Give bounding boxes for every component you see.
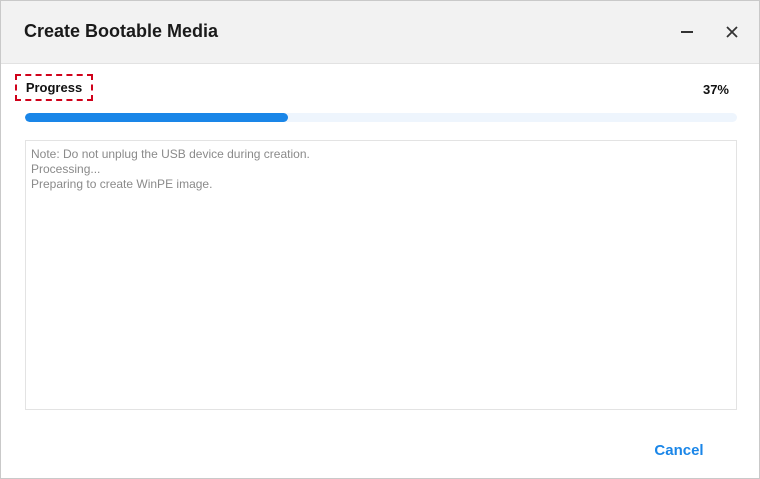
progress-bar-fill (25, 113, 289, 122)
cancel-button-label: Cancel (654, 441, 704, 459)
minimize-button[interactable] (673, 18, 701, 46)
close-button[interactable] (718, 18, 746, 46)
cancel-button[interactable]: Cancel (641, 437, 717, 463)
log-line: Preparing to create WinPE image. (31, 177, 213, 191)
log-line: Processing... (31, 162, 101, 176)
create-bootable-media-dialog: Create Bootable Media Progress 37% Note:… (0, 0, 760, 479)
status-log[interactable]: Note: Do not unplug the USB device durin… (25, 140, 737, 410)
progress-label-text: Progress (25, 80, 83, 95)
dialog-title: Create Bootable Media (24, 21, 219, 41)
log-line: Note: Do not unplug the USB device durin… (31, 147, 310, 161)
progress-percent: 37% (702, 82, 729, 97)
progress-label: Progress (15, 74, 93, 101)
title-bar: Create Bootable Media (1, 1, 759, 64)
minimize-icon (681, 31, 693, 33)
progress-bar (25, 113, 737, 122)
close-icon (726, 26, 738, 38)
